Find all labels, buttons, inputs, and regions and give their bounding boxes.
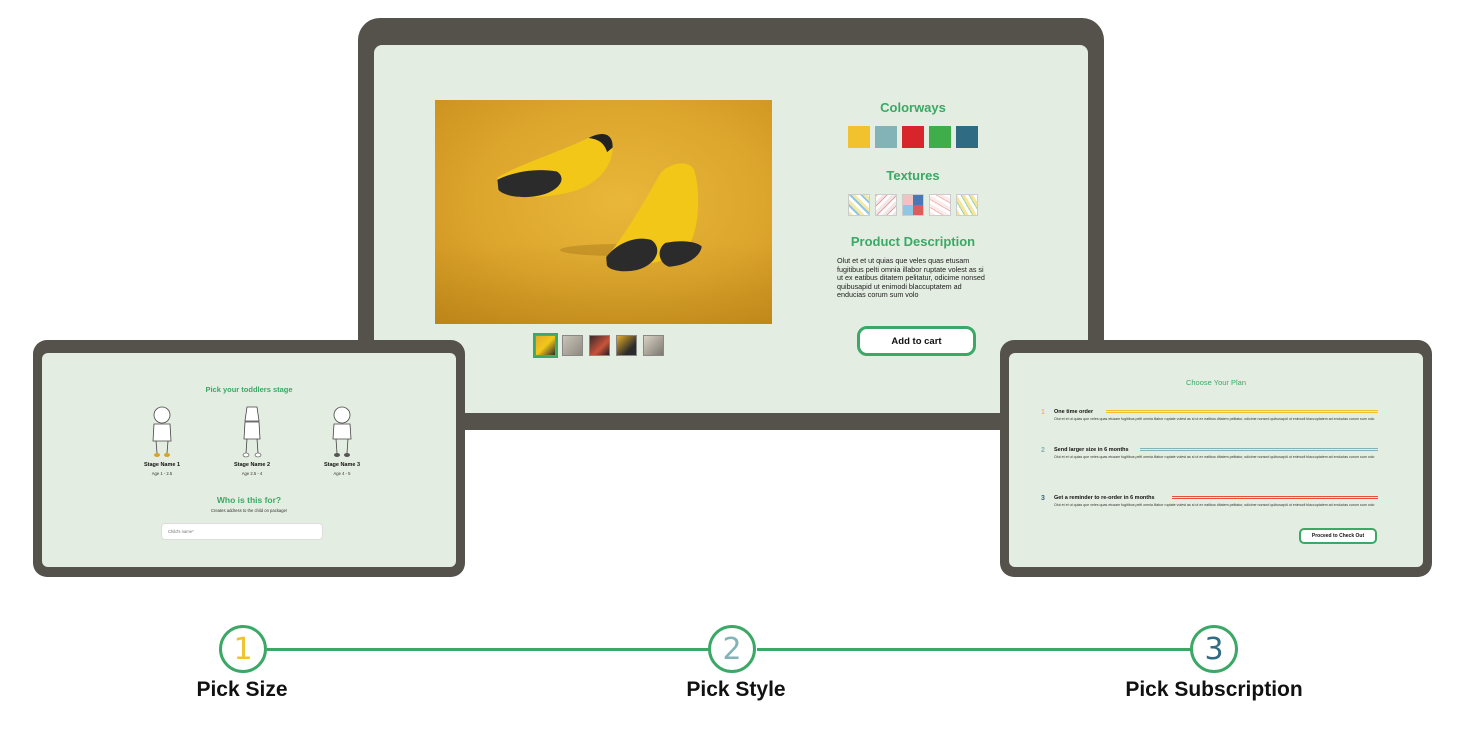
plan-description: Olut et et ut quias que veles quas etusa… bbox=[1054, 503, 1375, 507]
plan-title: Get a reminder to re-order in 6 months bbox=[1054, 495, 1155, 501]
left-tablet: Pick your toddlers stage Stage Name 1 Ag… bbox=[33, 340, 465, 577]
choose-plan-title: Choose Your Plan bbox=[1185, 378, 1247, 387]
thumbnail[interactable] bbox=[533, 333, 558, 358]
step-1-label: Pick Size bbox=[196, 678, 288, 701]
texture-swatch[interactable] bbox=[848, 194, 870, 216]
plan-number: 1 bbox=[1041, 409, 1045, 416]
stage-age: Age 2.5 - 4 bbox=[241, 471, 263, 476]
stage-age: Age 1 - 2.5 bbox=[151, 471, 173, 476]
pick-size-screen: Pick your toddlers stage Stage Name 1 Ag… bbox=[42, 353, 456, 567]
stage-option[interactable]: Stage Name 3 Age 4 - 5 bbox=[312, 405, 372, 476]
proceed-to-checkout-button[interactable]: Proceed to Check Out bbox=[1299, 528, 1377, 544]
step-2-circle: 2 bbox=[708, 625, 756, 673]
choose-plan-screen: Choose Your Plan 1 One time order Olut e… bbox=[1009, 353, 1423, 567]
texture-swatches bbox=[829, 194, 997, 216]
colorway-swatches bbox=[829, 126, 997, 148]
colorways-title: Colorways bbox=[880, 100, 946, 115]
colorway-swatch[interactable] bbox=[848, 126, 870, 148]
plan-description: Olut et et ut quias que veles quas etusa… bbox=[1054, 417, 1375, 421]
step-3-circle: 3 bbox=[1190, 625, 1238, 673]
plan-divider bbox=[1106, 410, 1378, 413]
plan-description: Olut et et ut quias que veles quas etusa… bbox=[1054, 455, 1375, 459]
colorway-swatch[interactable] bbox=[956, 126, 978, 148]
stage-option[interactable]: Stage Name 2 Age 2.5 - 4 bbox=[222, 405, 282, 476]
step-2-label: Pick Style bbox=[686, 678, 786, 701]
thumbnail[interactable] bbox=[562, 335, 583, 356]
step-connector bbox=[757, 648, 1191, 651]
plan-divider bbox=[1172, 496, 1378, 499]
colorway-swatch[interactable] bbox=[875, 126, 897, 148]
plan-number: 3 bbox=[1041, 495, 1045, 502]
colorway-swatch[interactable] bbox=[902, 126, 924, 148]
stage-options: Stage Name 1 Age 1 - 2.5 Stage Name 2 Ag… bbox=[132, 405, 372, 476]
thumbnail[interactable] bbox=[616, 335, 637, 356]
toddler-stage-title: Pick your toddlers stage bbox=[205, 385, 293, 394]
texture-swatch[interactable] bbox=[956, 194, 978, 216]
textures-title: Textures bbox=[886, 168, 940, 183]
desktop-monitor: Colorways Textures Product Description O… bbox=[358, 18, 1104, 430]
plan-title: One time order bbox=[1054, 409, 1094, 415]
who-is-this-for-subtitle: Creates address to the child on package! bbox=[210, 508, 288, 513]
stage-name: Stage Name 3 bbox=[323, 462, 361, 468]
texture-swatch[interactable] bbox=[902, 194, 924, 216]
child-name-input[interactable] bbox=[161, 523, 323, 540]
who-is-this-for-title: Who is this for? bbox=[216, 495, 282, 505]
product-options: Colorways Textures Product Description O… bbox=[829, 100, 997, 300]
product-page-screen: Colorways Textures Product Description O… bbox=[374, 45, 1088, 413]
right-tablet: Choose Your Plan 1 One time order Olut e… bbox=[1000, 340, 1432, 577]
toddler-figure-icon bbox=[332, 406, 352, 457]
texture-swatch[interactable] bbox=[875, 194, 897, 216]
toddler-figure-icon bbox=[242, 406, 262, 458]
stage-name: Stage Name 1 bbox=[143, 462, 181, 468]
add-to-cart-button[interactable]: Add to cart bbox=[857, 326, 976, 356]
plan-number: 2 bbox=[1041, 447, 1045, 454]
product-description: Olut et et ut quias que veles quas etusa… bbox=[837, 256, 985, 300]
texture-swatch[interactable] bbox=[929, 194, 951, 216]
stage-name: Stage Name 2 bbox=[233, 462, 271, 468]
product-thumbnails bbox=[533, 333, 664, 358]
colorway-swatch[interactable] bbox=[929, 126, 951, 148]
stage-age: Age 4 - 5 bbox=[333, 471, 351, 476]
thumbnail[interactable] bbox=[589, 335, 610, 356]
step-connector bbox=[267, 648, 710, 651]
product-hero-image bbox=[435, 100, 772, 324]
thumbnail[interactable] bbox=[643, 335, 664, 356]
step-3-label: Pick Subscription bbox=[1125, 678, 1303, 701]
toddler-figure-icon bbox=[152, 406, 172, 457]
step-1-circle: 1 bbox=[219, 625, 267, 673]
stage-option[interactable]: Stage Name 1 Age 1 - 2.5 bbox=[132, 405, 192, 476]
plan-divider bbox=[1140, 448, 1378, 451]
plan-title: Send larger size in 6 months bbox=[1054, 447, 1129, 453]
product-description-title: Product Description bbox=[850, 234, 976, 249]
